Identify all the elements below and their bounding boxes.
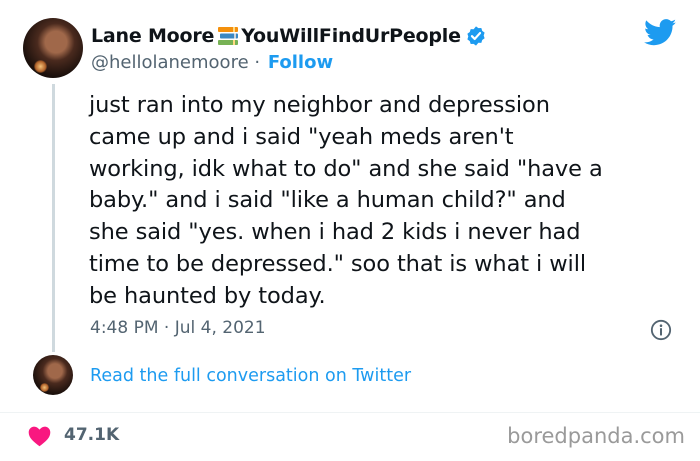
info-icon[interactable] [650, 319, 672, 341]
books-icon [218, 27, 239, 45]
avatar[interactable] [23, 18, 83, 78]
author-name[interactable]: Lane Moore [91, 25, 214, 47]
follow-button[interactable]: Follow [268, 52, 333, 73]
separator-dot: · [248, 51, 266, 73]
author-handle[interactable]: @hellolanemoore [91, 52, 249, 73]
like-count: 47.1K [64, 425, 120, 445]
twitter-bird-icon[interactable] [644, 19, 677, 46]
author-name-row[interactable]: Lane Moore YouWillFindUrPeople [91, 22, 487, 50]
thread-line [52, 84, 55, 352]
tweet-timestamp[interactable]: 4:48 PM · Jul 4, 2021 [90, 318, 266, 338]
heart-icon[interactable] [27, 425, 52, 447]
divider [0, 412, 700, 413]
conversation-avatar [33, 355, 73, 395]
verified-badge-icon [467, 26, 485, 46]
author-handle-row: @hellolanemoore · Follow [91, 50, 333, 74]
read-conversation-link[interactable]: Read the full conversation on Twitter [90, 366, 411, 386]
watermark: boredpanda.com [507, 424, 685, 448]
author-name-suffix[interactable]: YouWillFindUrPeople [241, 25, 461, 47]
tweet-text: just ran into my neighbor and depression… [89, 92, 603, 309]
